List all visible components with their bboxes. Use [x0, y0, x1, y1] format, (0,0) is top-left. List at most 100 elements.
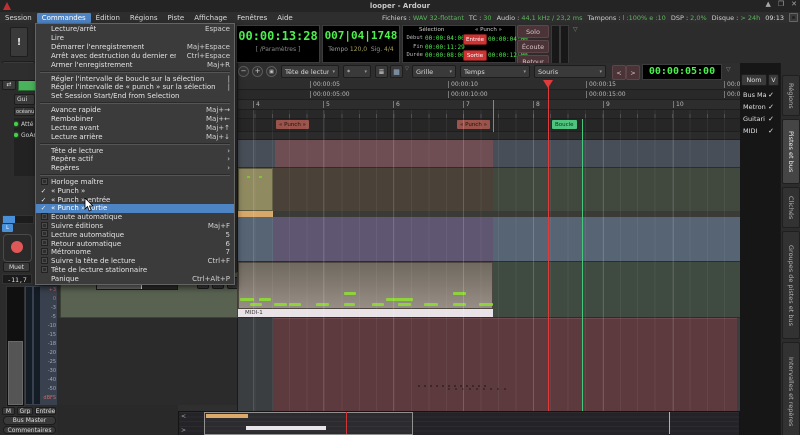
track-list-row[interactable]: Bus Ma✓	[740, 89, 780, 101]
midi-note[interactable]	[250, 303, 262, 306]
record-blink-icon[interactable]	[789, 13, 798, 22]
grid-dropdown[interactable]: Grille▾	[412, 65, 456, 78]
visible-check-icon[interactable]: ✓	[768, 103, 774, 111]
sig-value[interactable]: 4/4	[384, 46, 394, 53]
side-tab-pistes-et-bus[interactable]: Pistes et bus	[782, 119, 800, 184]
menu-item[interactable]: Écoute automatique	[36, 213, 234, 222]
link-button[interactable]: L	[2, 224, 13, 232]
save-icon[interactable]: ▦	[390, 65, 403, 78]
column-header-visible[interactable]: V	[768, 74, 779, 86]
menu-item[interactable]: Tête de lecture›	[36, 146, 234, 155]
gain-fader[interactable]	[6, 286, 25, 407]
menubar-item-affichage[interactable]: Affichage	[189, 13, 232, 23]
menu-item[interactable]: Repères›	[36, 164, 234, 173]
gain-display[interactable]: -11,7	[2, 274, 32, 284]
primary-clock[interactable]: 00:00:13:28 [ /Paramètres ]	[236, 25, 320, 63]
menubar-item-aide[interactable]: Aide	[272, 13, 297, 23]
tempo-value[interactable]: 120,0	[350, 46, 367, 53]
midi-note[interactable]	[372, 303, 384, 306]
menu-item[interactable]: PaniqueCtrl+Alt+P	[36, 274, 234, 283]
snap-dropdown[interactable]: *▾	[343, 65, 371, 78]
marker-punch[interactable]: « Punch »	[276, 120, 309, 129]
primary-clock-time[interactable]: 00:00:13:28	[237, 29, 319, 43]
midi-button[interactable]: M	[2, 407, 15, 415]
midi-region-name[interactable]: MIDI-1	[238, 309, 493, 317]
nudge-right-button[interactable]: >	[626, 65, 640, 80]
edit-clock-arrow-icon[interactable]: ▽	[726, 66, 731, 73]
session-summary[interactable]: < >	[178, 411, 740, 435]
group-button[interactable]: Grp	[17, 407, 33, 415]
selection-row-value[interactable]: 00:00:08:00	[425, 52, 465, 59]
midi-note[interactable]	[479, 303, 493, 306]
midi-note[interactable]	[453, 292, 466, 295]
close-icon[interactable]: ✕	[791, 0, 797, 8]
monitor-button-écoute[interactable]: Écoute	[517, 40, 549, 53]
ruler-markers[interactable]: « Punch »« Punch »Boucle	[237, 119, 740, 132]
side-tab-r-gions[interactable]: Régions	[782, 75, 800, 116]
scene-button[interactable]: océanu	[14, 107, 35, 116]
side-tab-intervalles-et-rep-res[interactable]: Intervalles et repères	[782, 342, 800, 435]
secondary-clock[interactable]: 007|04|1748 Tempo 120,0 Sig. 4/4	[322, 25, 400, 63]
midi-note[interactable]	[453, 303, 466, 306]
menu-item[interactable]: Tête de lecture stationnaire	[36, 266, 234, 275]
toolbar-options-arrow-icon[interactable]: ▽	[405, 66, 409, 72]
zoom-out-button[interactable]: −	[238, 66, 249, 77]
menu-item[interactable]: Métronome7	[36, 248, 234, 257]
menu-item[interactable]: Horloge maître	[36, 178, 234, 187]
column-header-name[interactable]: Nom	[741, 74, 767, 86]
track-list-row[interactable]: Guitari✓	[740, 113, 780, 125]
visible-check-icon[interactable]: ✓	[768, 115, 774, 123]
punch-out-line[interactable]	[493, 100, 494, 132]
primary-clock-caption[interactable]: [ /Paramètres ]	[237, 46, 319, 53]
transport-options-arrow-icon[interactable]: ▽	[573, 26, 578, 33]
visible-check-icon[interactable]: ✓	[768, 127, 774, 135]
midi-note[interactable]	[344, 303, 355, 306]
nudge-left-button[interactable]: <	[612, 65, 626, 80]
ruler-timecode[interactable]: 00:00:05:0000:00:10:0000:00:15:0000:00:2…	[237, 90, 740, 100]
summary-scroll-right-icon[interactable]: >	[181, 427, 186, 434]
midi-note[interactable]	[289, 303, 301, 306]
ruler-bars[interactable]: 4567891011	[237, 100, 740, 110]
menu-item[interactable]: Lecture arrièreMaj+↓	[36, 132, 234, 141]
menu-item[interactable]: ✓« Punch » entrée	[36, 195, 234, 204]
visible-check-icon[interactable]: ✓	[768, 91, 774, 99]
punch-out-button[interactable]: Sortie	[463, 50, 487, 61]
fader-handle[interactable]	[8, 341, 23, 405]
track-list-row[interactable]: MIDI✓	[740, 125, 780, 137]
menu-item[interactable]: Lecture/arrêtEspace	[36, 25, 234, 34]
menu-item[interactable]: RembobinerMaj+←	[36, 115, 234, 124]
edit-clock[interactable]: 00:00:05:00	[642, 64, 722, 80]
menu-item[interactable]: Avance rapideMaj+→	[36, 106, 234, 115]
midi-note[interactable]	[316, 303, 329, 306]
menu-item[interactable]: ✓« Punch » sortie	[36, 204, 234, 213]
selection-row-value[interactable]: 00:00:11:29	[425, 44, 465, 51]
ruler-minsec[interactable]: 00:00:0500:00:1000:00:1500:00:20	[237, 80, 740, 90]
menubar-item-session[interactable]: Session	[0, 13, 37, 23]
menubar-item-commandes[interactable]: Commandes	[37, 13, 91, 23]
menu-item[interactable]: Armer l'enregistrementMaj+R	[36, 60, 234, 69]
mouse-mode-dropdown[interactable]: Souris▾	[534, 65, 606, 78]
menu-item[interactable]: ✓« Punch »	[36, 187, 234, 196]
monitor-button-solo[interactable]: Solo	[517, 25, 549, 38]
menu-item[interactable]: Arrêt avec destruction du dernier enregi…	[36, 51, 234, 60]
input-button[interactable]: Entrée	[35, 407, 56, 415]
midi-note[interactable]	[274, 303, 287, 306]
playh'ead-cursor-icon[interactable]	[543, 80, 553, 88]
secondary-clock-time[interactable]: 007|04|1748	[323, 29, 399, 42]
audio-region-metronome[interactable]	[238, 168, 273, 211]
menubar-item-piste[interactable]: Piste	[163, 13, 190, 23]
menubar-item-édition[interactable]: Édition	[91, 13, 125, 23]
marker-punch[interactable]: « Punch »	[457, 120, 490, 129]
side-tab-clich-s[interactable]: Clichés	[782, 187, 800, 228]
menu-item[interactable]: Repère actif›	[36, 155, 234, 164]
fader-tool-icon[interactable]: ≣	[375, 65, 388, 78]
minimize-icon[interactable]: ▲	[765, 0, 770, 8]
audio-region-sub[interactable]	[238, 211, 273, 217]
midi-note[interactable]	[398, 303, 411, 306]
menu-item[interactable]: Suivre la tête de lectureCtrl+F	[36, 257, 234, 266]
menu-item[interactable]: Lire	[36, 34, 234, 43]
midi-note[interactable]	[424, 303, 438, 306]
maximize-icon[interactable]: ❐	[778, 0, 784, 8]
bus-master-button[interactable]: Bus Master	[3, 416, 56, 425]
grid-unit-dropdown[interactable]: Temps▾	[460, 65, 530, 78]
